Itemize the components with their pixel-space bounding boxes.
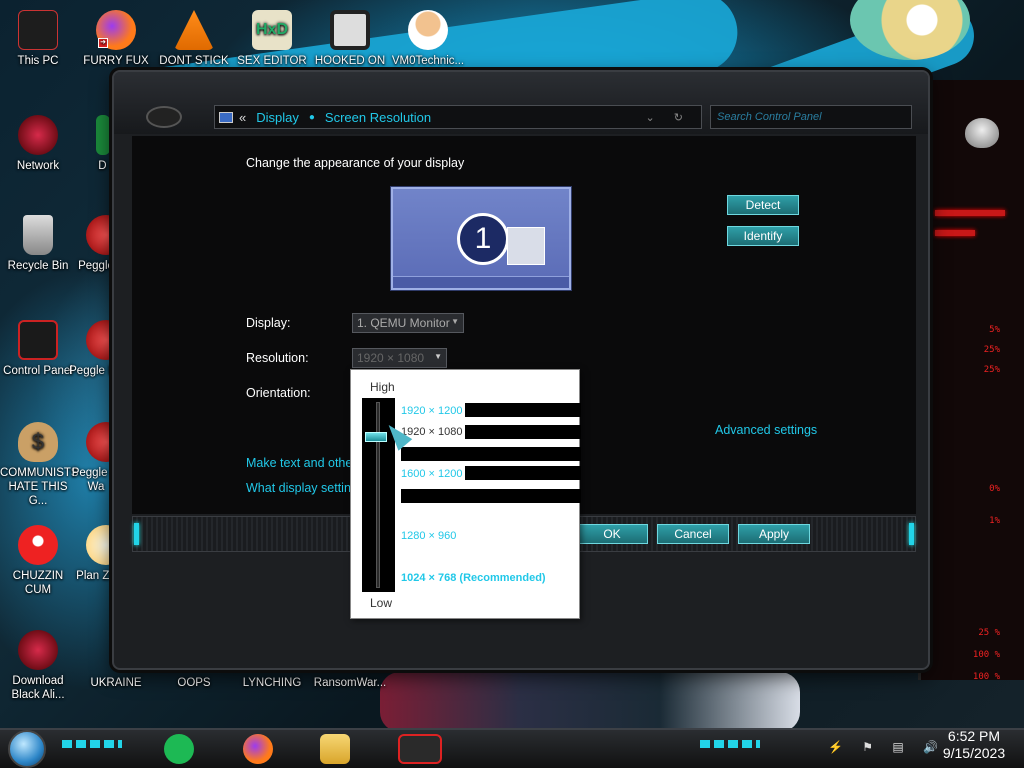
status-bar bbox=[935, 210, 1005, 216]
app-icon bbox=[96, 115, 110, 155]
redraw-artifact bbox=[465, 466, 581, 480]
alien-app-icon[interactable] bbox=[398, 734, 442, 764]
resolution-dropdown: High 1920 × 1200 1920 × 1080 1600 × 1200… bbox=[350, 369, 581, 619]
chuzzle-icon bbox=[18, 525, 58, 565]
decor-light bbox=[909, 523, 914, 545]
taskbar-decor bbox=[62, 740, 122, 748]
resolution-label: Resolution: bbox=[246, 351, 309, 365]
recycle-bin-icon bbox=[23, 215, 53, 255]
monitor-number: 1 bbox=[457, 213, 509, 265]
desktop-icon-chuzzin[interactable]: CHUZZIN CUM bbox=[0, 525, 76, 597]
option-1600x1200[interactable]: 1600 × 1200 bbox=[401, 468, 462, 480]
slider-high-label: High bbox=[370, 380, 395, 394]
redraw-artifact bbox=[465, 403, 581, 417]
desktop-icon-furry-fux[interactable]: ➜ FURRY FUX bbox=[78, 10, 154, 68]
clock-date: 9/15/2023 bbox=[942, 745, 1006, 761]
orientation-label: Orientation: bbox=[246, 386, 311, 400]
clock-time: 6:52 PM bbox=[947, 728, 1001, 744]
resolution-select[interactable]: 1920 × 1080 ▼ bbox=[352, 348, 447, 368]
alienware-side-panel: 5% 25% 25% 0% 1% 25 % 100 % 100 % bbox=[918, 80, 1024, 682]
display-settings-link[interactable]: What display setting bbox=[246, 481, 358, 495]
address-bar[interactable]: « Display ● Screen Resolution ⌄ ↻ bbox=[214, 105, 702, 129]
status-readout: 100 % bbox=[972, 672, 1000, 682]
status-readout: 25% bbox=[983, 345, 1000, 355]
grid-icon bbox=[507, 227, 545, 265]
this-pc-icon bbox=[18, 10, 58, 50]
control-panel-icon bbox=[18, 320, 58, 360]
breadcrumb-screen-resolution[interactable]: Screen Resolution bbox=[325, 110, 431, 125]
option-1024x768-recommended[interactable]: 1024 × 768 (Recommended) bbox=[401, 572, 546, 584]
game-icon bbox=[330, 10, 370, 50]
alien-network-icon bbox=[18, 115, 58, 155]
status-readout: 0% bbox=[989, 484, 1000, 494]
desktop-icon-network[interactable]: Network bbox=[0, 115, 76, 173]
desktop-icon-sex-editor[interactable]: HxD SEX EDITOR bbox=[234, 10, 310, 68]
desktop-icon-dont-stick[interactable]: DONT STICK bbox=[156, 10, 232, 68]
firefox-icon: ➜ bbox=[96, 10, 136, 50]
monitor-taskbar bbox=[393, 276, 569, 288]
identify-button[interactable]: Identify bbox=[727, 226, 799, 246]
desktop-icon-vm0technic[interactable]: VM0Technic... bbox=[390, 10, 466, 68]
display-select[interactable]: 1. QEMU Monitor ▼ bbox=[352, 313, 464, 333]
chevron-down-icon: ▼ bbox=[451, 317, 459, 326]
desktop-icon-ransomware[interactable]: RansomWar... bbox=[312, 676, 388, 690]
wallpaper-character bbox=[380, 672, 800, 732]
desktop-icon-communists[interactable]: $ COMMUNISTS HATE THIS G... bbox=[0, 422, 79, 508]
breadcrumb-separator-icon: ● bbox=[308, 111, 315, 123]
address-tools[interactable]: ⌄ ↻ bbox=[646, 111, 702, 124]
back-chevron[interactable]: « bbox=[239, 110, 246, 125]
monitor-small-icon bbox=[219, 111, 233, 123]
tray-icon-group[interactable]: ⚡ ⚑ ▤ 🔊 bbox=[828, 740, 946, 754]
desktop-icon-ukraine[interactable]: UKRAINE bbox=[78, 676, 154, 690]
alien-download-icon bbox=[18, 630, 58, 670]
page-title: Change the appearance of your display bbox=[246, 156, 465, 170]
desktop-icon-oops[interactable]: OOPS bbox=[156, 676, 232, 690]
desktop-icon-this-pc[interactable]: This PC bbox=[0, 10, 76, 68]
slider-rail bbox=[376, 402, 380, 588]
decor-light bbox=[134, 523, 139, 545]
monitor-preview[interactable]: 1 bbox=[391, 187, 571, 290]
hxd-editor-icon: HxD bbox=[252, 10, 292, 50]
desktop-icon-recycle-bin[interactable]: Recycle Bin bbox=[0, 215, 76, 273]
apply-button[interactable]: Apply bbox=[738, 524, 810, 544]
taskbar-decor bbox=[700, 740, 760, 748]
status-readout: 1% bbox=[989, 516, 1000, 526]
chevron-down-icon: ▼ bbox=[434, 352, 442, 361]
file-explorer-icon[interactable] bbox=[320, 734, 350, 764]
spotify-icon[interactable] bbox=[164, 734, 194, 764]
desktop-icon-control-panel[interactable]: Control Panel bbox=[0, 320, 76, 378]
vlc-cone-icon bbox=[174, 10, 214, 50]
status-readout: 100 % bbox=[972, 650, 1000, 660]
redraw-artifact bbox=[401, 489, 581, 503]
redraw-artifact bbox=[401, 447, 581, 461]
alien-logo-icon bbox=[146, 106, 182, 128]
doctor-icon bbox=[408, 10, 448, 50]
option-1920x1200[interactable]: 1920 × 1200 bbox=[401, 405, 462, 417]
alien-head-icon bbox=[965, 118, 999, 148]
status-readout: 25 % bbox=[978, 628, 1000, 638]
redraw-artifact bbox=[465, 425, 581, 439]
status-readout: 25% bbox=[983, 365, 1000, 375]
desktop-icon-download-black-alien[interactable]: Download Black Ali... bbox=[0, 630, 76, 702]
status-readout: 5% bbox=[989, 325, 1000, 335]
option-1280x960[interactable]: 1280 × 960 bbox=[401, 530, 456, 542]
ok-button[interactable]: OK bbox=[576, 524, 648, 544]
detect-button[interactable]: Detect bbox=[727, 195, 799, 215]
money-bag-icon: $ bbox=[18, 422, 58, 462]
desktop-icon-lynching[interactable]: LYNCHING bbox=[234, 676, 310, 690]
breadcrumb-display[interactable]: Display bbox=[256, 110, 299, 125]
firefox-icon[interactable] bbox=[243, 734, 273, 764]
slider-low-label: Low bbox=[370, 596, 393, 610]
advanced-settings-link[interactable]: Advanced settings bbox=[715, 423, 817, 437]
display-label: Display: bbox=[246, 316, 291, 330]
search-input[interactable]: Search Control Panel bbox=[710, 105, 912, 129]
text-size-link[interactable]: Make text and other bbox=[246, 456, 356, 470]
clock[interactable]: 6:52 PM 9/15/2023 bbox=[934, 728, 1014, 762]
desktop-icon-hooked-on[interactable]: HOOKED ON bbox=[312, 10, 388, 68]
cancel-button[interactable]: Cancel bbox=[657, 524, 729, 544]
start-button[interactable] bbox=[8, 730, 46, 768]
status-bar bbox=[935, 230, 975, 236]
